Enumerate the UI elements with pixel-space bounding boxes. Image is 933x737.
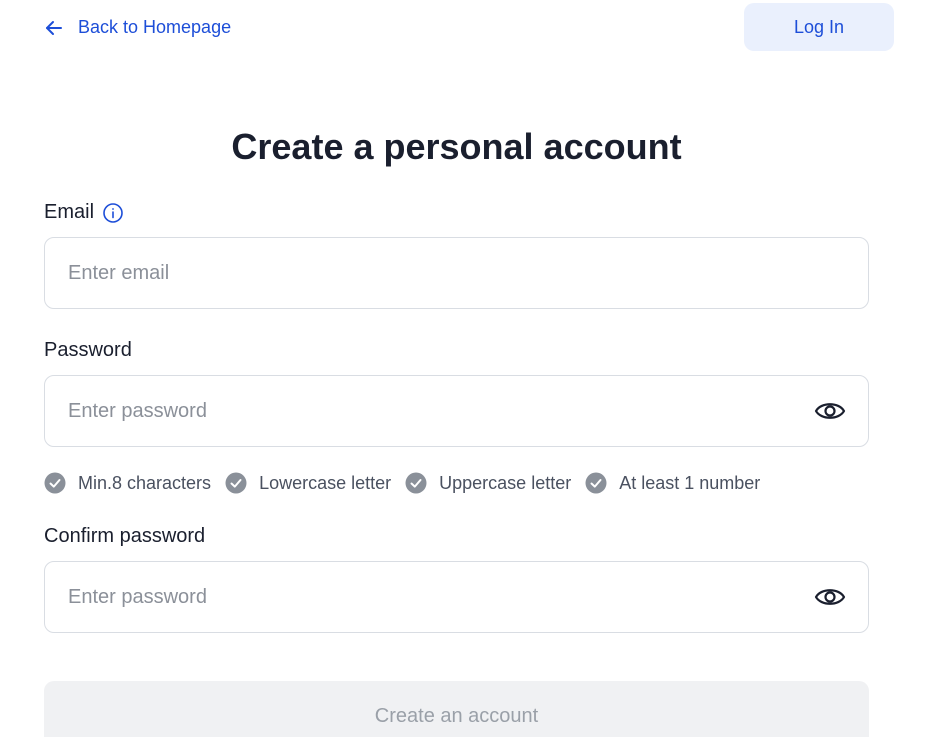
confirm-password-field-container: [44, 561, 869, 633]
requirement-number: At least 1 number: [585, 472, 760, 494]
requirement-label: Min.8 characters: [78, 472, 212, 493]
password-label: Password: [44, 339, 132, 361]
password-field-container: [44, 375, 869, 447]
back-link-label: Back to Homepage: [78, 17, 232, 37]
confirm-password-field[interactable]: [45, 562, 868, 632]
requirement-label: Uppercase letter: [439, 472, 572, 493]
requirement-min-length: Min.8 characters: [44, 472, 211, 494]
create-account-button[interactable]: Create an account: [44, 681, 869, 737]
password-label-row: Password: [44, 339, 132, 362]
check-circle-icon: [585, 472, 607, 494]
email-label-row: Email: [44, 201, 124, 224]
eye-icon[interactable]: [814, 398, 846, 424]
requirement-lowercase: Lowercase letter: [225, 472, 391, 494]
info-icon[interactable]: [102, 202, 124, 224]
page-title: Create a personal account: [231, 126, 682, 167]
confirm-password-label-row: Confirm password: [44, 525, 205, 548]
check-circle-icon: [44, 472, 66, 494]
eye-icon[interactable]: [814, 584, 846, 610]
password-requirements: Min.8 characters Lowercase letter Upperc…: [44, 472, 760, 494]
login-button[interactable]: Log In: [744, 3, 894, 51]
check-circle-icon: [405, 472, 427, 494]
email-label: Email: [44, 201, 95, 223]
requirement-uppercase: Uppercase letter: [405, 472, 571, 494]
email-field-container: [44, 237, 869, 309]
arrow-left-icon: [44, 18, 64, 38]
requirement-label: At least 1 number: [619, 472, 761, 493]
email-field[interactable]: [45, 238, 868, 308]
check-circle-icon: [225, 472, 247, 494]
signup-page: Back to Homepage Log In Create a persona…: [0, 0, 933, 737]
back-to-homepage-link[interactable]: Back to Homepage: [44, 17, 231, 38]
requirement-label: Lowercase letter: [259, 472, 392, 493]
confirm-password-label: Confirm password: [44, 525, 206, 547]
password-field[interactable]: [45, 376, 868, 446]
